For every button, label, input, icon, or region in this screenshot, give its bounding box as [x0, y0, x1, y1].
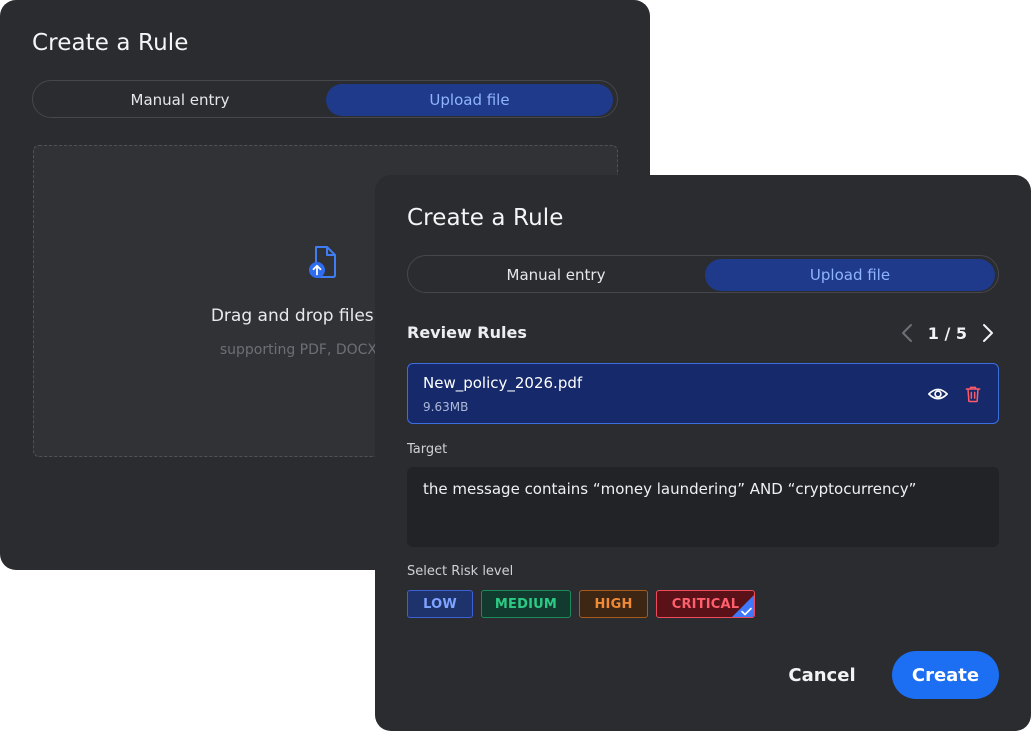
entry-mode-toggle: Manual entry Upload file — [32, 80, 618, 118]
file-name: New_policy_2026.pdf — [423, 374, 583, 392]
chevron-left-icon — [901, 324, 912, 342]
uploaded-file-card[interactable]: New_policy_2026.pdf 9.63MB — [407, 363, 999, 424]
dialog-title: Create a Rule — [32, 30, 189, 56]
tab-manual-entry[interactable]: Manual entry — [36, 84, 324, 116]
cancel-button[interactable]: Cancel — [775, 651, 869, 699]
risk-option-medium[interactable]: MEDIUM — [481, 590, 571, 618]
dialog-title: Create a Rule — [407, 205, 564, 231]
trash-icon — [965, 386, 981, 403]
target-input[interactable]: the message contains “money laundering” … — [407, 467, 999, 547]
page-count: 1 / 5 — [927, 323, 967, 343]
rule-pager: 1 / 5 — [896, 319, 999, 347]
create-rule-dialog: Create a Rule Manual entry Upload file R… — [375, 175, 1031, 731]
risk-option-high[interactable]: HIGH — [579, 590, 648, 618]
risk-option-label: CRITICAL — [671, 596, 740, 612]
target-label: Target — [407, 442, 448, 457]
review-rules-label: Review Rules — [407, 323, 527, 342]
tab-upload-file[interactable]: Upload file — [705, 259, 995, 291]
risk-option-critical[interactable]: CRITICAL — [656, 590, 755, 618]
risk-level-label: Select Risk level — [407, 564, 514, 579]
next-button[interactable] — [977, 319, 999, 347]
delete-file-button[interactable] — [961, 382, 985, 406]
file-size: 9.63MB — [423, 400, 469, 414]
check-icon — [741, 607, 752, 616]
create-button[interactable]: Create — [892, 651, 999, 699]
chevron-right-icon — [983, 324, 993, 342]
tab-upload-file[interactable]: Upload file — [326, 84, 613, 116]
eye-icon — [928, 388, 948, 400]
tab-manual-entry[interactable]: Manual entry — [411, 259, 701, 291]
preview-file-button[interactable] — [926, 382, 950, 406]
entry-mode-toggle: Manual entry Upload file — [407, 255, 999, 293]
risk-option-low[interactable]: LOW — [407, 590, 473, 618]
file-upload-icon — [309, 246, 336, 278]
previous-button[interactable] — [896, 319, 918, 347]
